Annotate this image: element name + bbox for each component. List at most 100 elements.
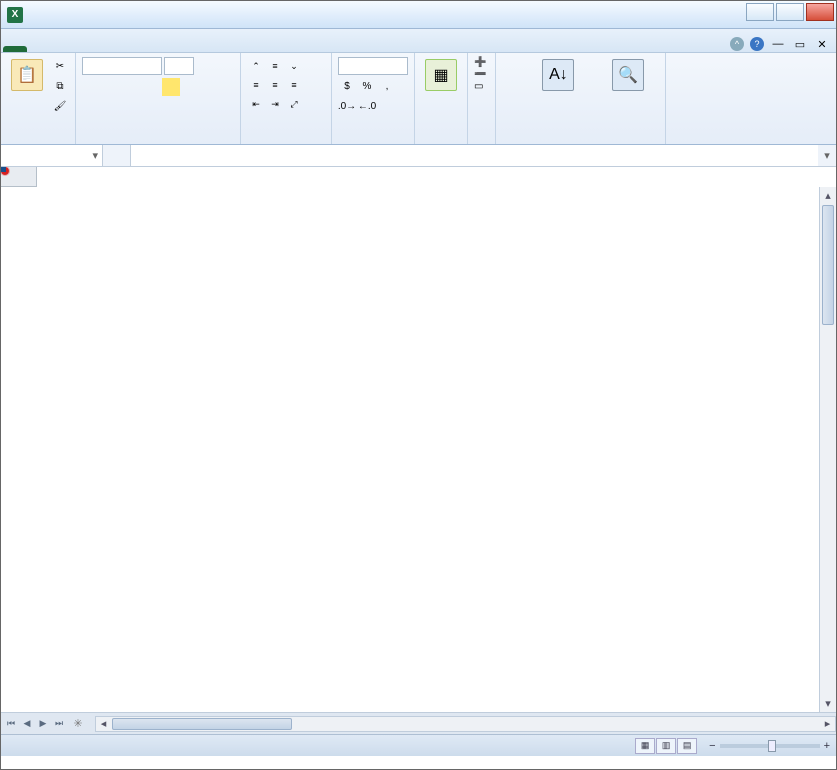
align-top-button[interactable]: ⌃ <box>247 57 265 75</box>
doc-close-button[interactable]: ✕ <box>814 36 830 52</box>
formula-bar-row: ▾ ▾ <box>1 145 836 167</box>
scroll-right-button[interactable]: ▸ <box>820 717 835 731</box>
doc-restore-button[interactable]: ▭ <box>792 36 808 52</box>
minimize-button[interactable] <box>746 3 774 21</box>
find-select-button[interactable]: 🔍 <box>596 57 659 95</box>
font-group-label <box>82 140 234 142</box>
paste-button[interactable]: 📋 <box>7 57 47 95</box>
decrease-decimal-button[interactable]: ←.0 <box>358 97 376 115</box>
font-name-combo[interactable] <box>82 57 162 75</box>
qat-more-button[interactable] <box>90 7 106 23</box>
excel-logo-icon: X <box>7 7 23 23</box>
chevron-down-icon: ▾ <box>92 149 98 162</box>
orientation-button[interactable]: ⤢ <box>285 95 303 113</box>
underline-button[interactable] <box>122 78 140 96</box>
sort-filter-button[interactable]: A↓ <box>524 57 592 95</box>
number-group-label <box>338 140 408 142</box>
delete-cells-button[interactable]: ➖ <box>474 69 489 80</box>
normal-view-button[interactable]: ▦ <box>635 738 655 754</box>
select-all-corner[interactable] <box>1 167 37 187</box>
redo-button[interactable] <box>69 7 85 23</box>
align-middle-button[interactable]: ≡ <box>266 57 284 75</box>
insert-cells-button[interactable]: ➕ <box>474 57 489 68</box>
zoom-thumb[interactable] <box>768 740 776 752</box>
vertical-scrollbar[interactable]: ▴ ▾ <box>819 187 836 712</box>
page-layout-view-button[interactable]: ▥ <box>656 738 676 754</box>
close-button[interactable] <box>806 3 834 21</box>
sheet-area: ▴ ▾ <box>1 167 836 712</box>
horizontal-scrollbar[interactable]: ◂ ▸ <box>95 716 836 732</box>
ribbon: 📋 ✂ ⧉ 🖌 <box>1 53 836 145</box>
align-grid: ⌃≡⌄ ≡≡≡ ⇤⇥⤢ <box>247 57 303 113</box>
hscroll-thumb[interactable] <box>112 718 292 730</box>
align-bottom-button[interactable]: ⌄ <box>285 57 303 75</box>
tab-last-button[interactable]: ⏭ <box>51 716 67 732</box>
format-cells-button[interactable]: ▭ <box>474 81 489 92</box>
tab-prev-button[interactable]: ◀ <box>19 716 35 732</box>
status-bar: ▦ ▥ ▤ − + <box>1 734 836 756</box>
vscroll-thumb[interactable] <box>822 205 834 325</box>
cells-group-label <box>474 140 489 142</box>
clipboard-group: 📋 ✂ ⧉ 🖌 <box>1 53 76 144</box>
formula-input[interactable] <box>131 145 818 166</box>
merge-button[interactable] <box>307 77 325 95</box>
scroll-up-button[interactable]: ▴ <box>820 187 836 204</box>
styles-icon: ▦ <box>425 59 457 91</box>
window-controls <box>746 3 834 21</box>
help-icon[interactable]: ? <box>750 37 764 51</box>
paste-icon: 📋 <box>11 59 43 91</box>
shrink-font-button[interactable] <box>216 57 234 75</box>
insert-function-button[interactable] <box>103 145 131 166</box>
grow-font-button[interactable] <box>196 57 214 75</box>
copy-button[interactable]: ⧉ <box>51 77 69 95</box>
increase-decimal-button[interactable]: .0→ <box>338 97 356 115</box>
find-icon: 🔍 <box>612 59 644 91</box>
indent-dec-button[interactable]: ⇤ <box>247 95 265 113</box>
file-tab[interactable] <box>3 46 27 52</box>
styles-button[interactable]: ▦ <box>421 57 461 95</box>
doc-minimize-button[interactable]: — <box>770 36 786 52</box>
clear-button[interactable] <box>502 95 520 113</box>
zoom-out-button[interactable]: − <box>709 740 715 752</box>
format-painter-button[interactable]: 🖌 <box>51 97 69 115</box>
expand-formula-bar-button[interactable]: ▾ <box>818 145 836 166</box>
font-color-button[interactable] <box>182 78 200 96</box>
percent-button[interactable]: % <box>358 77 376 95</box>
scroll-left-button[interactable]: ◂ <box>96 717 111 731</box>
sort-filter-icon: A↓ <box>542 59 574 91</box>
font-size-combo[interactable] <box>164 57 194 75</box>
bold-button[interactable] <box>82 78 100 96</box>
styles-group-label <box>421 140 461 142</box>
fill-color-button[interactable] <box>162 78 180 96</box>
zoom-slider[interactable] <box>720 744 820 748</box>
scroll-down-button[interactable]: ▾ <box>820 695 836 712</box>
indent-inc-button[interactable]: ⇥ <box>266 95 284 113</box>
tab-next-button[interactable]: ▶ <box>35 716 51 732</box>
fill-button[interactable] <box>502 76 520 94</box>
new-sheet-button[interactable]: ✳ <box>69 717 87 730</box>
cut-button[interactable]: ✂ <box>51 57 69 75</box>
align-left-button[interactable]: ≡ <box>247 76 265 94</box>
autosum-button[interactable] <box>502 57 520 75</box>
italic-button[interactable] <box>102 78 120 96</box>
editing-group-label <box>502 140 659 142</box>
font-group <box>76 53 241 144</box>
border-button[interactable] <box>142 78 160 96</box>
save-button[interactable] <box>27 7 43 23</box>
number-format-combo[interactable] <box>338 57 408 75</box>
tab-first-button[interactable]: ⏮ <box>3 716 19 732</box>
maximize-button[interactable] <box>776 3 804 21</box>
comma-button[interactable]: , <box>378 77 396 95</box>
page-break-view-button[interactable]: ▤ <box>677 738 697 754</box>
sheet-tabs-row: ⏮ ◀ ▶ ⏭ ✳ ◂ ▸ <box>1 712 836 734</box>
zoom-in-button[interactable]: + <box>824 740 830 752</box>
currency-button[interactable]: $ <box>338 77 356 95</box>
wrap-text-button[interactable] <box>307 57 325 75</box>
align-right-button[interactable]: ≡ <box>285 76 303 94</box>
editing-group: A↓ 🔍 <box>496 53 666 144</box>
undo-button[interactable] <box>48 7 64 23</box>
align-center-button[interactable]: ≡ <box>266 76 284 94</box>
alignment-group: ⌃≡⌄ ≡≡≡ ⇤⇥⤢ <box>241 53 332 144</box>
ribbon-minimize-icon[interactable]: ^ <box>730 37 744 51</box>
name-box[interactable]: ▾ <box>1 145 103 166</box>
